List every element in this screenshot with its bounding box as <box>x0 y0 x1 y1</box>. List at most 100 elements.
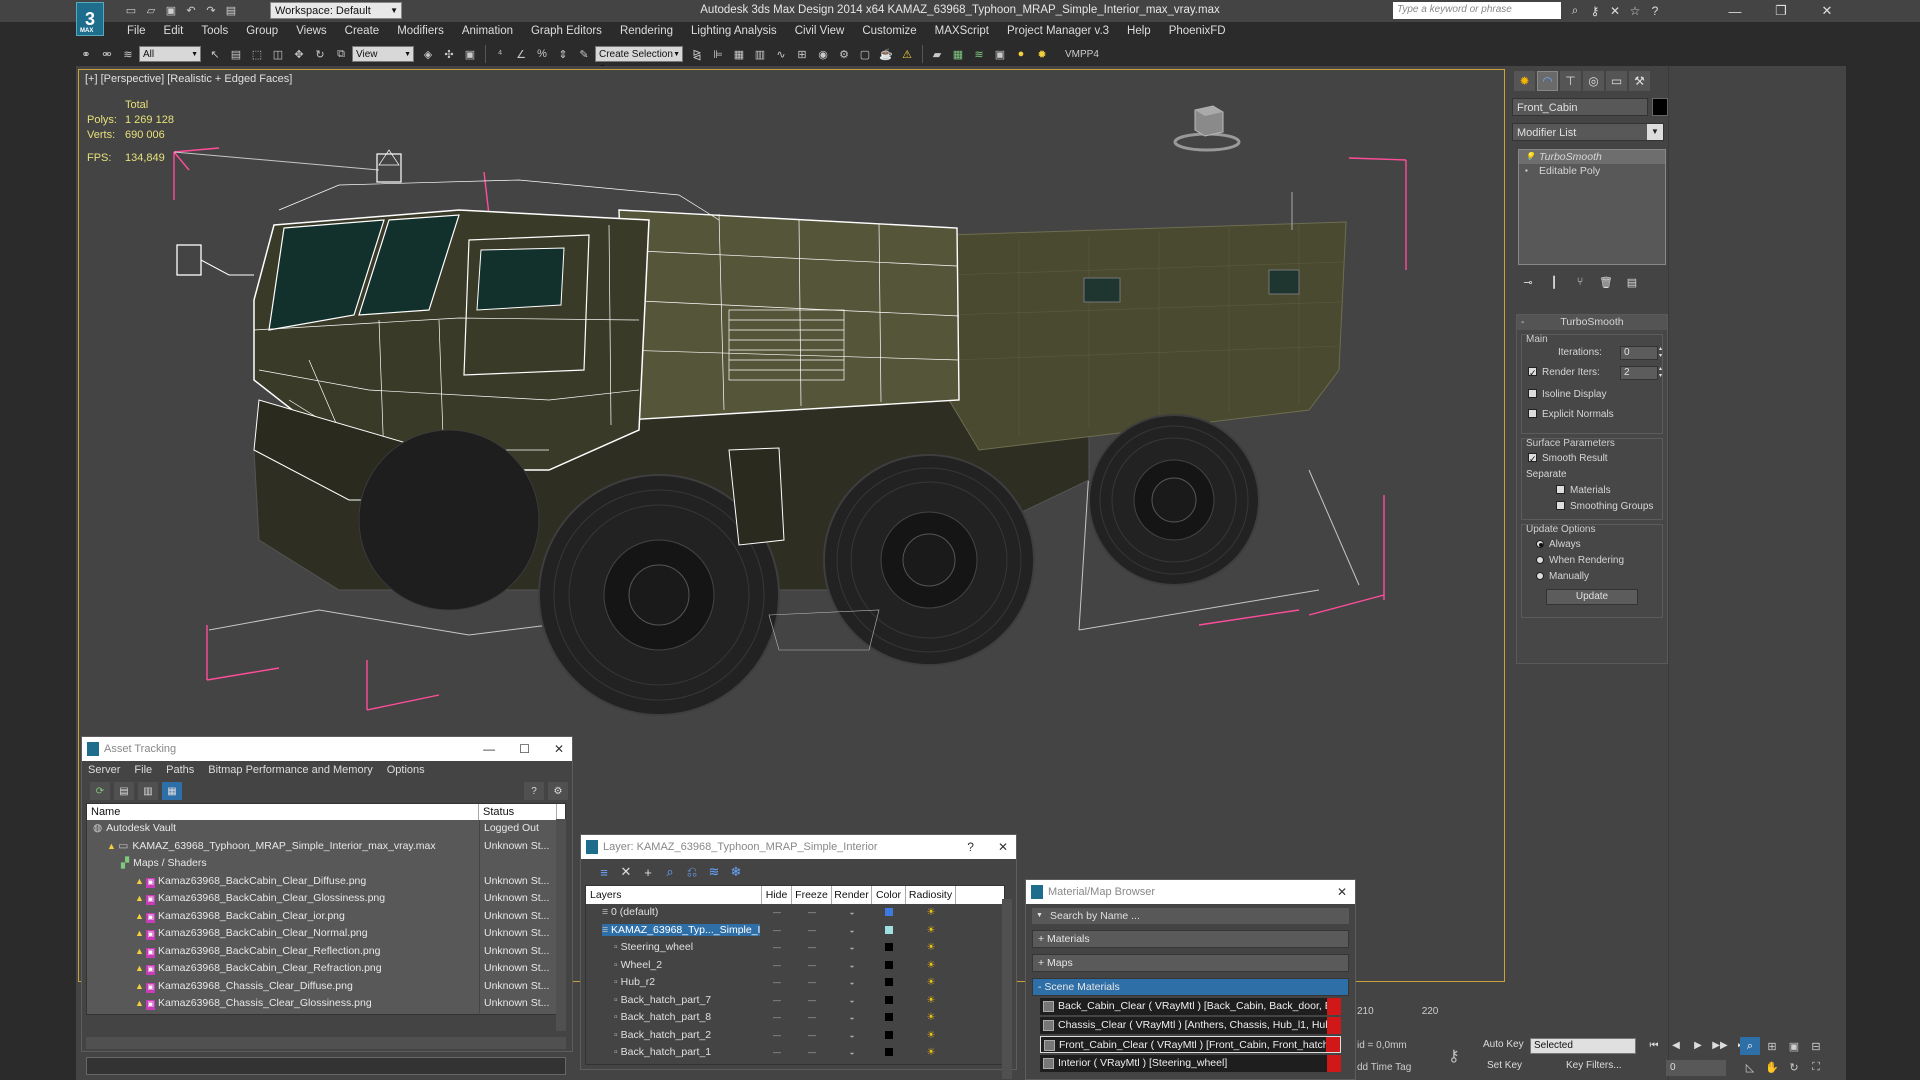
render-setup-icon[interactable]: ⚙ <box>834 45 854 63</box>
hide-toggle-icon[interactable]: — <box>762 922 792 940</box>
section-scene-materials[interactable]: - Scene Materials <box>1032 978 1349 996</box>
orbit-icon[interactable]: ↻ <box>1784 1058 1804 1076</box>
search-input[interactable]: Type a keyword or phrase <box>1393 2 1561 19</box>
layer-row[interactable]: ▫ Wheel_2— — ◒ ☀ <box>586 957 1004 975</box>
key-icon[interactable]: ⚷ <box>1585 2 1605 19</box>
column-name[interactable]: Name <box>87 804 479 820</box>
unlink-icon[interactable]: ⚮ <box>97 45 117 63</box>
window-crossing-icon[interactable]: ◫ <box>268 45 288 63</box>
column-freeze[interactable]: Freeze <box>792 886 832 904</box>
render-toggle-icon[interactable]: ◒ <box>832 974 872 992</box>
material-editor-icon[interactable]: ◉ <box>813 45 833 63</box>
color-swatch[interactable] <box>872 992 906 1010</box>
asset-menu-options[interactable]: Options <box>387 761 425 779</box>
table-view-icon[interactable]: ▦ <box>162 782 182 800</box>
menu-group[interactable]: Group <box>237 22 287 40</box>
sun-icon[interactable]: ✹ <box>1032 45 1052 63</box>
freeze-toggle-icon[interactable]: — <box>792 1009 832 1027</box>
expand-icon[interactable]: ▪ <box>1525 166 1535 176</box>
freeze-toggle-icon[interactable]: — <box>792 1027 832 1045</box>
asset-menu-paths[interactable]: Paths <box>166 761 194 779</box>
zoom-extents-icon[interactable]: ▣ <box>1784 1037 1804 1055</box>
utilities-tab-icon[interactable]: ⚒ <box>1629 71 1650 91</box>
layer-vertical-scrollbar[interactable] <box>1002 899 1012 1079</box>
select-manipulate-icon[interactable]: ✣ <box>439 45 459 63</box>
materials-checkbox[interactable] <box>1556 485 1565 494</box>
menu-tools[interactable]: Tools <box>192 22 237 40</box>
minimize-icon[interactable]: — <box>483 737 495 761</box>
explicit-normals-checkbox[interactable] <box>1528 409 1537 418</box>
modifier-stack[interactable]: 💡 TurboSmooth ▪ Editable Poly <box>1518 149 1666 265</box>
color-swatch[interactable] <box>872 957 906 975</box>
layer-manager-icon[interactable]: ▦ <box>729 45 749 63</box>
add-time-tag[interactable]: dd Time Tag <box>1357 1062 1411 1073</box>
show-end-result-icon[interactable]: ┃ <box>1544 273 1564 291</box>
exchange-icon[interactable]: ✕ <box>1605 2 1625 19</box>
render-production-icon[interactable]: ☕ <box>876 45 896 63</box>
create-tab-icon[interactable]: ✹ <box>1514 71 1535 91</box>
layer-row[interactable]: ▫ Back_hatch_part_1— — ◒ ☀ <box>586 1044 1004 1062</box>
vmpp-label[interactable]: VMPP4 <box>1065 49 1099 60</box>
column-render[interactable]: Render <box>832 886 872 904</box>
stack-item-editable-poly[interactable]: ▪ Editable Poly <box>1519 164 1665 178</box>
hide-all-icon[interactable]: ≋ <box>703 862 725 882</box>
close-icon[interactable]: ✕ <box>1804 0 1850 22</box>
column-color[interactable]: Color <box>872 886 906 904</box>
menu-project-manager[interactable]: Project Manager v.3 <box>998 22 1118 40</box>
asset-horizontal-scrollbar[interactable] <box>86 1037 566 1049</box>
make-unique-icon[interactable]: ⑂ <box>1570 273 1590 291</box>
modifier-list-dropdown[interactable]: Modifier List ▼ <box>1512 123 1664 141</box>
hide-toggle-icon[interactable]: — <box>762 1044 792 1062</box>
layer-row[interactable]: ▫ Back_hatch_part_7— — ◒ ☀ <box>586 992 1004 1010</box>
section-materials[interactable]: + Materials <box>1032 930 1349 948</box>
render-iters-spinner[interactable]: 2 <box>1620 366 1665 380</box>
layer-row[interactable]: ▫ Steering_wheel — — ◒ ☀ <box>586 939 1004 957</box>
zoom-all-icon[interactable]: ⊞ <box>1762 1037 1782 1055</box>
help-icon[interactable]: ? <box>1645 2 1665 19</box>
delete-layer-icon[interactable]: ✕ <box>615 862 637 882</box>
asset-vertical-scrollbar[interactable] <box>556 819 566 1031</box>
rect-selection-icon[interactable]: ⬚ <box>247 45 267 63</box>
zoom-icon[interactable]: ⌕ <box>1740 1037 1760 1055</box>
render-toggle-icon[interactable]: ◒ <box>832 992 872 1010</box>
material-browser-titlebar[interactable]: Material/Map Browser ✕ <box>1026 880 1355 904</box>
save-file-icon[interactable]: ▣ <box>162 2 180 18</box>
percent-snap-icon[interactable]: % <box>532 45 552 63</box>
freeze-toggle-icon[interactable]: — <box>792 904 832 922</box>
radiosity-icon[interactable]: ☀ <box>906 1044 956 1062</box>
light-bulb-icon[interactable]: ● <box>1011 45 1031 63</box>
smooth-result-checkbox[interactable] <box>1528 451 1537 467</box>
radiosity-icon[interactable]: ☀ <box>906 904 956 922</box>
next-frame-icon[interactable]: ▶▶ <box>1710 1037 1730 1053</box>
link-icon[interactable]: ⚭ <box>76 45 96 63</box>
menu-edit[interactable]: Edit <box>155 22 193 40</box>
hide-toggle-icon[interactable]: — <box>762 939 792 957</box>
star-icon[interactable]: ☆ <box>1625 2 1645 19</box>
mirror-icon[interactable]: ⧎ <box>687 45 707 63</box>
current-frame-field[interactable]: 0 <box>1666 1060 1726 1076</box>
new-file-icon[interactable]: ▭ <box>122 2 140 18</box>
menu-lighting-analysis[interactable]: Lighting Analysis <box>682 22 786 40</box>
column-status[interactable]: Status <box>479 804 557 820</box>
edit-named-sel-icon[interactable]: ✎ <box>574 45 594 63</box>
column-radiosity[interactable]: Radiosity <box>906 886 956 904</box>
radiosity-icon[interactable]: ☀ <box>906 974 956 992</box>
radiosity-icon[interactable]: ☀ <box>906 1027 956 1045</box>
add-to-layer-icon[interactable]: + <box>637 862 659 882</box>
open-file-icon[interactable]: ▱ <box>142 2 160 18</box>
hide-toggle-icon[interactable]: — <box>762 957 792 975</box>
table-row[interactable]: ▲ ▣ Kamaz63968_BackCabin_Clear_Reflection… <box>87 942 565 960</box>
asset-path-field[interactable] <box>86 1057 566 1075</box>
table-row[interactable]: ▲ ▭ KAMAZ_63968_Typhoon_MRAP_Simple_Inter… <box>87 837 565 855</box>
radiosity-icon[interactable]: ☀ <box>906 1009 956 1027</box>
select-object-icon[interactable]: ↖ <box>205 45 225 63</box>
color-swatch[interactable] <box>872 922 906 940</box>
play-icon[interactable]: ▶ <box>1688 1037 1708 1053</box>
rotate-icon[interactable]: ↻ <box>310 45 330 63</box>
layer-row[interactable]: ≡ 0 (default) — — ◒ ☀ <box>586 904 1004 922</box>
remove-modifier-icon[interactable]: 🗑 <box>1596 273 1616 291</box>
radiosity-icon[interactable]: ☀ <box>906 939 956 957</box>
help-icon[interactable]: ? <box>524 782 544 800</box>
hide-toggle-icon[interactable]: — <box>762 904 792 922</box>
ref-coord-dropdown[interactable]: View ▼ <box>352 46 414 62</box>
